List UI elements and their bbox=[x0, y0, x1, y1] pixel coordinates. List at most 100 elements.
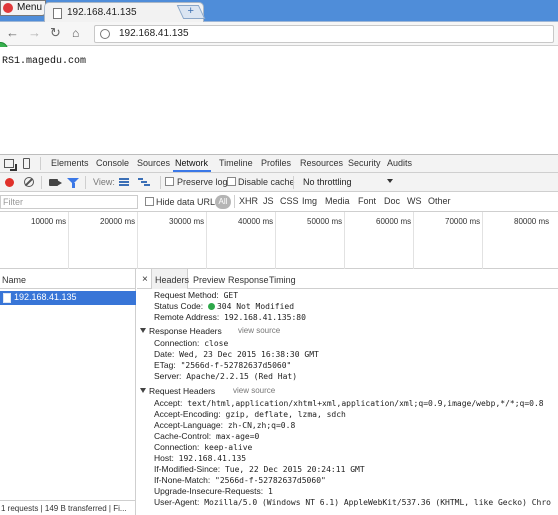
header-row: Accept: text/html,application/xhtml+xml,… bbox=[137, 398, 558, 409]
header-row: Accept-Language: zh-CN,zh;q=0.8 bbox=[137, 420, 558, 431]
status-dot-icon bbox=[207, 303, 215, 310]
tab-network[interactable]: Network bbox=[175, 158, 208, 168]
type-filter-ws[interactable]: WS bbox=[407, 196, 422, 206]
address-bar-url[interactable]: 192.168.41.135 bbox=[119, 28, 189, 39]
browser-toolbar: ← → ↻ ⌂ 192.168.41.135 bbox=[0, 22, 558, 46]
timeline-gridline bbox=[482, 212, 483, 269]
timeline-tick-label: 50000 ms bbox=[307, 217, 343, 226]
header-value: 304 Not Modified bbox=[216, 302, 295, 311]
tab-sources[interactable]: Sources bbox=[137, 158, 170, 168]
header-key: Date: bbox=[154, 349, 175, 359]
type-filter-media[interactable]: Media bbox=[325, 196, 350, 206]
divider bbox=[234, 195, 235, 208]
header-value: "2566d-f-52782637d5060" bbox=[180, 361, 292, 370]
name-column-header[interactable]: Name bbox=[0, 269, 136, 289]
header-row: Host: 192.168.41.135 bbox=[137, 453, 558, 464]
request-headers-section[interactable]: Request Headers view source bbox=[137, 385, 558, 397]
filter-input[interactable]: Filter bbox=[0, 195, 138, 209]
timeline-gridline bbox=[275, 212, 276, 269]
type-filter-css[interactable]: CSS bbox=[280, 196, 299, 206]
view-source-link[interactable]: view source bbox=[238, 325, 280, 337]
header-value: close bbox=[204, 339, 229, 348]
request-row[interactable]: 192.168.41.135 bbox=[0, 291, 136, 305]
header-key: If-None-Match: bbox=[154, 475, 211, 485]
forward-arrow-icon[interactable]: → bbox=[28, 26, 41, 40]
tab-elements[interactable]: Elements bbox=[51, 158, 89, 168]
hide-data-urls-label: Hide data URLs bbox=[156, 197, 220, 207]
header-value: text/html,application/xhtml+xml,applicat… bbox=[187, 399, 544, 408]
header-key: ETag: bbox=[154, 360, 176, 370]
timeline-tick-label: 20000 ms bbox=[100, 217, 136, 226]
browser-menu-button[interactable]: Menu bbox=[0, 0, 46, 16]
reload-icon[interactable]: ↻ bbox=[50, 26, 61, 40]
timeline-tick-label: 30000 ms bbox=[169, 217, 205, 226]
header-row: Server: Apache/2.2.15 (Red Hat) bbox=[137, 371, 558, 382]
tab-profiles[interactable]: Profiles bbox=[261, 158, 291, 168]
type-filter-img[interactable]: Img bbox=[302, 196, 317, 206]
close-icon[interactable]: × bbox=[142, 274, 148, 285]
clear-icon[interactable] bbox=[24, 177, 34, 187]
header-value: 1 bbox=[267, 487, 273, 496]
type-filter-xhr[interactable]: XHR bbox=[239, 196, 258, 206]
overview-icon[interactable] bbox=[138, 178, 150, 187]
header-value: Mozilla/5.0 (Windows NT 6.1) AppleWebKit… bbox=[204, 498, 551, 507]
divider bbox=[160, 176, 161, 189]
network-toolbar: View: Preserve log Disable cache No thro… bbox=[0, 173, 558, 192]
header-value: max-age=0 bbox=[216, 432, 260, 441]
hide-data-urls-checkbox[interactable] bbox=[145, 197, 154, 206]
tab-console[interactable]: Console bbox=[96, 158, 129, 168]
header-value: Tue, 22 Dec 2015 20:24:11 GMT bbox=[224, 465, 365, 474]
network-summary-bar: 1 requests | 149 B transferred | Fi... bbox=[0, 500, 136, 515]
type-filter-doc[interactable]: Doc bbox=[384, 196, 400, 206]
back-arrow-icon[interactable]: ← bbox=[6, 26, 19, 40]
preserve-log-checkbox[interactable] bbox=[165, 177, 174, 186]
header-row: Date: Wed, 23 Dec 2015 16:38:30 GMT bbox=[137, 349, 558, 360]
large-rows-icon[interactable] bbox=[119, 178, 129, 186]
type-filter-js[interactable]: JS bbox=[263, 196, 274, 206]
tab-preview[interactable]: Preview bbox=[193, 275, 225, 285]
header-row: Status Code: 304 Not Modified bbox=[137, 301, 558, 312]
header-row: Accept-Encoding: gzip, deflate, lzma, sd… bbox=[137, 409, 558, 420]
record-icon[interactable] bbox=[5, 178, 14, 187]
type-filter-other[interactable]: Other bbox=[428, 196, 451, 206]
tab-headers[interactable]: Headers bbox=[155, 275, 189, 285]
page-viewport: RS1.magedu.com bbox=[0, 47, 558, 154]
site-info-icon[interactable] bbox=[100, 29, 110, 39]
timeline-gridline bbox=[206, 212, 207, 269]
timeline-gridline bbox=[413, 212, 414, 269]
header-key: Upgrade-Insecure-Requests: bbox=[154, 486, 264, 496]
tab-resources[interactable]: Resources bbox=[300, 158, 343, 168]
tab-security[interactable]: Security bbox=[348, 158, 381, 168]
request-list: Name 192.168.41.135 1 requests | 149 B t… bbox=[0, 269, 136, 515]
inspect-element-icon[interactable] bbox=[4, 159, 14, 168]
header-row: If-Modified-Since: Tue, 22 Dec 2015 20:2… bbox=[137, 464, 558, 475]
header-row: If-None-Match: "2566d-f-52782637d5060" bbox=[137, 475, 558, 486]
type-filter-font[interactable]: Font bbox=[358, 196, 376, 206]
throttling-select[interactable]: No throttling bbox=[297, 176, 401, 189]
timeline-tick-label: 60000 ms bbox=[376, 217, 412, 226]
address-bar[interactable]: 192.168.41.135 bbox=[94, 25, 554, 43]
detail-tab-bar: × Headers Preview Response Timing bbox=[137, 269, 558, 289]
device-mode-icon[interactable] bbox=[23, 158, 30, 169]
network-overview-timeline[interactable]: 10000 ms 20000 ms 30000 ms 40000 ms 5000… bbox=[0, 212, 558, 269]
timeline-gridline bbox=[344, 212, 345, 269]
tab-timing[interactable]: Timing bbox=[269, 275, 296, 285]
disable-cache-label: Disable cache bbox=[238, 177, 295, 187]
response-headers-section[interactable]: Response Headers view source bbox=[137, 325, 558, 337]
filter-icon[interactable] bbox=[67, 178, 79, 188]
disable-cache-checkbox[interactable] bbox=[227, 177, 236, 186]
capture-screenshots-icon[interactable] bbox=[49, 179, 62, 186]
tab-audits[interactable]: Audits bbox=[387, 158, 412, 168]
page-icon bbox=[53, 8, 62, 19]
header-value: 192.168.41.135:80 bbox=[224, 313, 306, 322]
active-tab-indicator bbox=[173, 170, 211, 172]
tab-timeline[interactable]: Timeline bbox=[219, 158, 253, 168]
header-row: Remote Address: 192.168.41.135:80 bbox=[137, 312, 558, 323]
tab-response[interactable]: Response bbox=[228, 275, 269, 285]
header-key: Host: bbox=[154, 453, 174, 463]
view-source-link[interactable]: view source bbox=[233, 385, 275, 397]
header-row: ETag: "2566d-f-52782637d5060" bbox=[137, 360, 558, 371]
home-icon[interactable]: ⌂ bbox=[72, 26, 79, 40]
type-filter-all[interactable]: All bbox=[215, 195, 231, 209]
timeline-tick-label: 70000 ms bbox=[445, 217, 481, 226]
